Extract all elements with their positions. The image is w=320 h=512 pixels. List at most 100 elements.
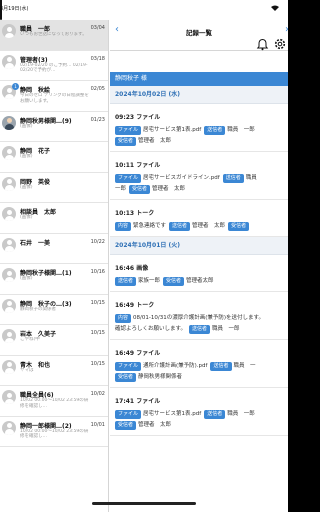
conversation-date: 01/23	[90, 116, 105, 123]
record-row: 受信者 管理者 太郎	[115, 136, 284, 147]
record-row: 受信者 静岡秋男様関係者	[115, 372, 284, 383]
field-value: 管理者 太郎	[138, 138, 172, 144]
conversation-item[interactable]: 静岡一郎様関…(2) 10/01 10/02 00:00～10/02 23:59の研…	[0, 417, 108, 447]
conversation-item[interactable]: 1 静岡 秋絵 02/05 今日のゼロ テリングの日程調整をお願いします。	[0, 81, 108, 112]
record-entry[interactable]: 16:49 トーク 内容 08/01-10/31の濃厚介護計画(兼予防)を送付します…	[110, 292, 288, 340]
conversation-date: 10/02	[90, 391, 105, 397]
field-value: 職員 一郎	[227, 127, 255, 133]
conversation-preview: (画像)	[20, 123, 33, 129]
conversation-item[interactable]: 職員全員(6) 10/02 10/02 00:00～10/02 23:59の研修を確…	[0, 386, 108, 417]
status-time: 3月19日(水)	[0, 6, 29, 12]
conversation-item[interactable]: 静岡 秋子の…(3) 10/15 静岡秋子の関係者	[0, 295, 108, 325]
record-row: 送信者 家族一郎 受信者 管理者太郎	[115, 276, 284, 287]
avatar	[2, 115, 16, 130]
conversation-date: 10/01	[90, 421, 105, 428]
avatar	[2, 329, 16, 343]
avatar	[2, 420, 16, 435]
conversation-preview: 10/02 00:00～10/02 23:59の研修を確認し…	[20, 398, 89, 409]
home-indicator[interactable]	[92, 502, 196, 505]
record-entry[interactable]: 16:49 ファイル ファイル 通所介護計画(兼予防).pdf 送信者 職員 一受信者静…	[110, 340, 288, 388]
conversation-preview: 02/19-02/20 のご予約… 02/19-02/20で予約が…	[20, 62, 88, 74]
conversation-list[interactable]: 職員 一郎 03/04 いつもお世話になっております。 管理者(3) 03/18 02/1…	[0, 20, 109, 512]
avatar	[2, 146, 16, 160]
avatar	[2, 54, 16, 69]
gear-icon[interactable]	[273, 36, 287, 50]
record-entry[interactable]: 16:46 画像送信者 家族一郎 受信者 管理者太郎	[110, 255, 288, 292]
conversation-date: 10/16	[90, 269, 105, 275]
ipad-screen: 3月19日(水) 職員 一郎 03/04 いつもお世話になっております。 管理者(3)…	[0, 0, 288, 512]
record-entry[interactable]: 17:41 ファイル ファイル 居宅サービス第1表.pdf 送信者 職員 一郎 受信者 管理…	[110, 388, 288, 436]
field-value: 静岡秋男様関係者	[138, 374, 183, 380]
field-tag: 受信者	[115, 373, 137, 382]
field-value: 管理者 太郎	[192, 223, 226, 229]
record-row: ファイル 居宅サービス第1表.pdf 送信者 職員 一郎	[115, 125, 284, 136]
record-row: ファイル 通所介護計画(兼予防).pdf 送信者 職員 一	[115, 361, 284, 372]
field-tag: ファイル	[115, 410, 142, 419]
field-value: 緊急連絡です	[133, 223, 167, 229]
conversation-item[interactable]: 職員 一郎 03/04 いつもお世話になっております。	[0, 20, 108, 51]
field-value: 居宅サービス第1表.pdf	[143, 411, 202, 417]
conversation-item[interactable]: 管理者(3) 03/18 02/19-02/20 のご予約… 02/19-02/20…	[0, 51, 108, 81]
avatar	[2, 359, 16, 374]
conversation-item[interactable]: 静岡秋子様関…(1) 10/16 (画像)	[0, 264, 108, 295]
forward-chevron-icon[interactable]: ›	[285, 24, 288, 35]
unread-badge: 1	[12, 83, 19, 90]
field-value: 一郎	[115, 186, 127, 192]
conversation-preview: (画像)	[20, 184, 33, 190]
conversation-date: 10/15	[90, 299, 105, 306]
bell-icon[interactable]	[256, 36, 269, 51]
conversation-item[interactable]: 静岡 花子 (画像)	[0, 142, 108, 173]
record-entry[interactable]: 09:23 ファイルファイル 居宅サービス第1表.pdf 送信者 職員 一郎 受信者 管理…	[110, 104, 288, 152]
field-tag: 受信者	[129, 185, 151, 194]
conversation-preview: 静岡秋子の関係者	[20, 306, 56, 312]
patient-name-bar: 静岡秋子 様	[110, 72, 288, 86]
field-tag: 内容	[115, 222, 132, 231]
field-tag: 受信者	[115, 421, 137, 430]
conversation-preview: 10/02 00:00～10/02 23:59の研修を確認し…	[20, 428, 89, 440]
field-tag: 送信者	[204, 126, 226, 135]
conversation-preview: (画像)	[20, 215, 33, 220]
record-title: 09:23 ファイル	[115, 114, 161, 121]
conversation-item[interactable]: 相談員 太郎 (画像)	[0, 203, 108, 234]
record-entry[interactable]: 10:11 ファイル ファイル 居宅サービスガイドライン.pdf 送信者 職員 一郎 受信者…	[110, 152, 288, 200]
conversation-date: 10/15	[90, 330, 105, 336]
conversation-item[interactable]: 石井 一美 10/22	[0, 234, 108, 264]
conversation-item[interactable]: 青木 和也 10/15 ヤマは	[0, 356, 108, 386]
conversation-preview: ヤマは	[20, 367, 34, 373]
conversation-name: 石井 一美	[20, 239, 51, 247]
record-title: 16:46 画像	[115, 265, 149, 272]
field-value: 家族一郎	[138, 278, 161, 284]
record-row: 一郎 受信者 管理者 太郎	[115, 184, 284, 195]
record-feed[interactable]: 2024年10月02日 (水) 09:23 ファイル ファイル 居宅サービス第1表.p…	[110, 86, 288, 512]
date-separator: 2024年10月02日 (水)	[110, 86, 288, 104]
record-title: 10:11 ファイル	[115, 162, 161, 169]
field-value: 管理者 太郎	[138, 422, 172, 428]
field-value: 居宅サービスガイドライン.pdf	[143, 175, 220, 181]
date-separator: 2024年10月01日 (火)	[110, 237, 288, 255]
conversation-preview: (画像)	[20, 154, 33, 159]
field-tag: 送信者	[210, 362, 232, 371]
field-tag: 送信者	[188, 325, 210, 334]
field-value: 管理者太郎	[186, 278, 214, 284]
conversation-item[interactable]: 岩本 久美子 10/15 こやね(中	[0, 325, 108, 356]
field-tag: 送信者	[204, 410, 226, 419]
record-row: 受信者 管理者 太郎	[115, 420, 284, 431]
field-tag: ファイル	[115, 362, 142, 371]
conversation-item[interactable]: 静岡秋男様関…(9) 01/23 (画像)	[0, 112, 108, 142]
field-tag: 送信者	[169, 222, 191, 231]
conversation-date: 10/22	[90, 238, 105, 245]
record-entry[interactable]: 10:13 トーク 内容 緊急連絡です 送信者 管理者 太郎 受信者	[110, 200, 288, 237]
record-row: 内容 08/01-10/31の濃厚介護計画(兼予防)を送付します。	[115, 313, 284, 324]
record-row: ファイル 居宅サービスガイドライン.pdf 送信者 職員	[115, 173, 284, 184]
conversation-item[interactable]: 岡野 英俊 (画像)	[0, 173, 108, 203]
record-row: 確認よろしくお願いします。 送信者 職員 一郎	[115, 324, 284, 335]
status-bar: 3月19日(水)	[0, 0, 288, 20]
field-value: 確認よろしくお願いします。	[115, 326, 186, 332]
conversation-date: 03/18	[90, 55, 105, 62]
conversation-preview: こやね(中	[20, 337, 40, 342]
field-value: 職員 一郎	[227, 411, 255, 417]
conversation-date: 02/05	[90, 86, 105, 92]
conversation-preview: (画像)	[20, 276, 33, 281]
wifi-icon	[271, 5, 279, 13]
avatar	[2, 268, 16, 282]
